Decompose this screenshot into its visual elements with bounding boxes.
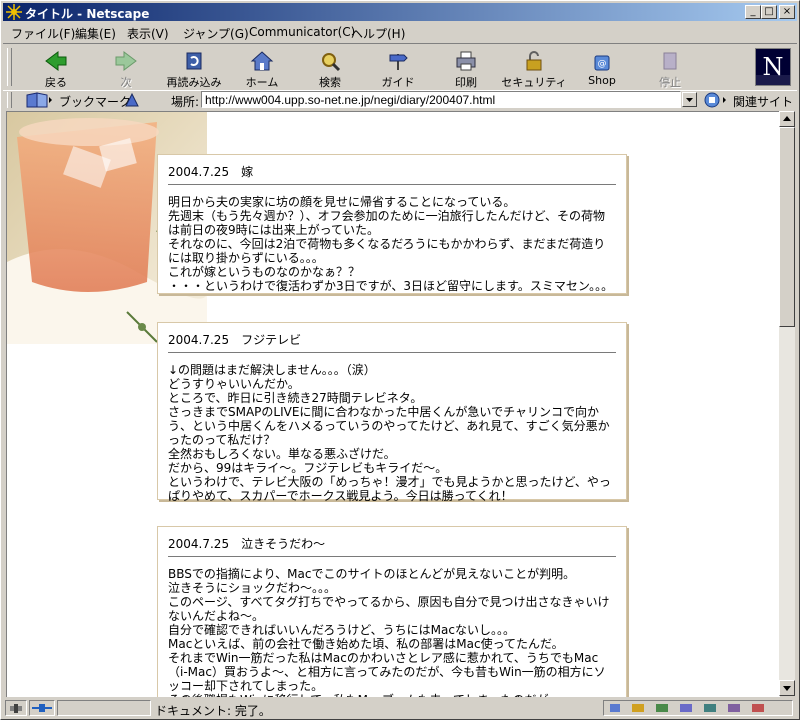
- menu-edit[interactable]: 編集(E): [75, 25, 116, 42]
- diary-entry: 2004.7.25 嫁 明日から夫の実家に坊の顔を見せに帰省することになっている…: [157, 154, 627, 294]
- status-security-cell[interactable]: [5, 700, 27, 716]
- search-label: 検索: [319, 76, 341, 89]
- diary-entry: 2004.7.25 フジテレビ ↓の問題はまだ解決しません。。。（涙） どうすり…: [157, 322, 627, 503]
- url-dropdown-button[interactable]: [682, 92, 697, 107]
- guide-signpost-icon: [389, 54, 408, 70]
- menu-view[interactable]: 表示(V): [127, 25, 169, 42]
- netscape-logo[interactable]: N: [755, 48, 791, 86]
- guide-label: ガイド: [381, 76, 415, 89]
- logo-letter: N: [763, 53, 784, 81]
- menu-go[interactable]: ジャンプ(G): [183, 25, 249, 42]
- toolbar-grip[interactable]: [7, 48, 12, 86]
- progress-bar: [57, 700, 151, 716]
- status-bar: ドキュメント: 完了。: [3, 698, 797, 718]
- offline-indicator-icon: [10, 704, 22, 713]
- stop-label: 停止: [659, 76, 681, 89]
- minimize-button[interactable]: _: [745, 5, 761, 19]
- entry-body: BBSでの指摘により、Macでこのサイトのほとんどが見えないことが判明。 泣きそ…: [168, 567, 610, 697]
- entry-date-title: 2004.7.25 泣きそうだわ〜: [168, 535, 616, 557]
- forward-arrow-icon: [115, 51, 137, 71]
- back-button[interactable]: 戻る: [23, 46, 89, 89]
- url-input[interactable]: [201, 91, 681, 108]
- title-bar: タイトル - Netscape _ □ ×: [3, 3, 797, 21]
- entry-date-title: 2004.7.25 フジテレビ: [168, 331, 616, 353]
- component-bar: [603, 700, 793, 716]
- menu-bar: ファイル(F) 編集(E) 表示(V) ジャンプ(G) Communicator…: [3, 22, 797, 41]
- connection-plug-icon: [32, 704, 52, 712]
- status-text: ドキュメント: 完了。: [155, 704, 271, 718]
- guide-button[interactable]: ガイド: [365, 46, 431, 89]
- window-title: タイトル - Netscape: [25, 7, 150, 21]
- print-label: 印刷: [455, 76, 477, 89]
- netscape-n-icon: N: [756, 53, 790, 85]
- menu-help[interactable]: ヘルプ(H): [351, 25, 405, 42]
- maximize-button[interactable]: □: [761, 5, 777, 19]
- stop-button[interactable]: 停止: [637, 46, 703, 89]
- security-label: セキュリティ: [501, 76, 567, 89]
- home-label: ホーム: [245, 76, 279, 89]
- entry-body: 明日から夫の実家に坊の顔を見せに帰省することになっている。 先週末（もう先々週か…: [168, 195, 614, 293]
- forward-label: 次: [120, 76, 132, 89]
- forward-button[interactable]: 次: [93, 46, 159, 89]
- reload-label: 再読み込み: [166, 76, 222, 89]
- related-sites-icon: [704, 92, 726, 108]
- navigation-toolbar: 戻る 次 再読み込み ホーム 検索 ガイド 印刷 セキュリティ @ Shop 停…: [3, 43, 797, 91]
- home-button[interactable]: ホーム: [229, 46, 295, 89]
- back-arrow-icon: [45, 51, 67, 71]
- entry-body: ↓の問題はまだ解決しません。。。（涙） どうすりゃいいんだか。 ところで、昨日に…: [168, 363, 611, 503]
- location-label: 場所:: [171, 95, 200, 109]
- locationbar-grip[interactable]: [7, 92, 12, 108]
- reload-button[interactable]: 再読み込み: [161, 46, 227, 89]
- shop-label: Shop: [588, 74, 616, 87]
- print-button[interactable]: 印刷: [433, 46, 499, 89]
- search-button[interactable]: 検索: [297, 46, 363, 89]
- browser-window: タイトル - Netscape _ □ × ファイル(F) 編集(E) 表示(V…: [0, 0, 800, 720]
- home-icon: [250, 51, 274, 71]
- status-connection-cell[interactable]: [29, 700, 55, 716]
- scroll-up-button[interactable]: [779, 111, 795, 127]
- back-label: 戻る: [45, 76, 67, 89]
- stop-icon: [663, 52, 677, 70]
- arrow-up-icon: [783, 116, 791, 121]
- security-button[interactable]: セキュリティ: [501, 46, 567, 89]
- netscape-app-icon: [6, 4, 22, 20]
- shop-bag-icon: @: [594, 55, 610, 71]
- vertical-scrollbar[interactable]: [779, 111, 795, 696]
- shop-button[interactable]: @ Shop: [569, 46, 635, 88]
- arrow-down-icon: [783, 686, 791, 691]
- chevron-down-icon: [686, 98, 693, 102]
- diary-entry: 2004.7.25 泣きそうだわ〜 BBSでの指摘により、Macでこのサイトのほ…: [157, 526, 627, 697]
- close-button[interactable]: ×: [779, 5, 795, 19]
- entry-date-title: 2004.7.25 嫁: [168, 163, 616, 185]
- menu-file[interactable]: ファイル(F): [11, 25, 75, 42]
- scroll-down-button[interactable]: [779, 680, 795, 696]
- printer-icon: [456, 51, 476, 71]
- menu-communicator[interactable]: Communicator(C): [249, 25, 355, 39]
- padlock-icon: [526, 51, 542, 71]
- page-content: 2004.7.25 嫁 明日から夫の実家に坊の顔を見せに帰省することになっている…: [6, 111, 780, 697]
- reload-icon: [186, 52, 202, 70]
- bookmarks-label[interactable]: ブックマーク: [59, 93, 131, 110]
- search-icon: [322, 53, 341, 72]
- page-proxy-icon[interactable]: [123, 91, 141, 109]
- svg-text:@: @: [598, 59, 607, 69]
- location-bar: ブックマーク 場所: 関連サイト: [3, 90, 797, 110]
- related-sites-label: 関連サイト: [733, 95, 794, 109]
- scroll-thumb[interactable]: [779, 127, 795, 327]
- component-icons: [610, 704, 764, 712]
- bookmarks-icon[interactable]: [25, 91, 53, 109]
